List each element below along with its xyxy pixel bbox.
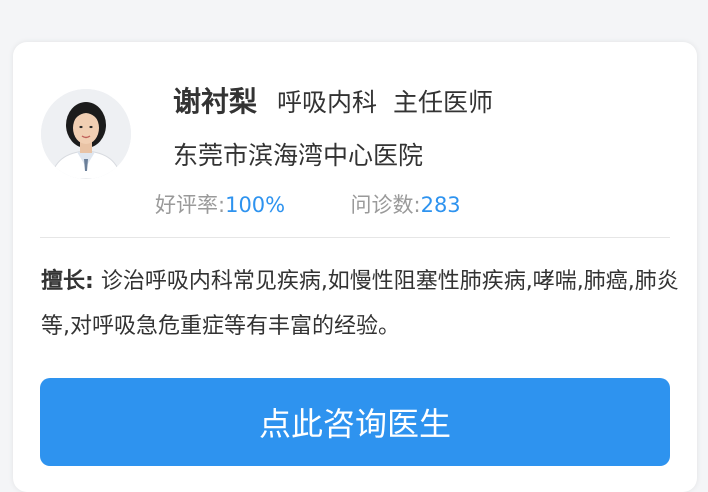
doctor-name: 谢衬梨 (173, 85, 258, 118)
expertise-section: 擅长: 诊治呼吸内科常见疾病,如慢性阻塞性肺疾病,哮喘,肺癌,肺炎等,对呼吸急危… (41, 259, 681, 349)
doctor-hospital: 东莞市滨海湾中心医院 (173, 141, 424, 170)
doctor-avatar (41, 89, 131, 179)
doctor-header: 谢衬梨 呼吸内科 主任医师 (173, 80, 493, 120)
doctor-title: 主任医师 (393, 88, 494, 117)
consult-button-label: 点此咨询医生 (258, 405, 451, 443)
doctor-portrait-icon (41, 89, 131, 179)
expertise-text: 诊治呼吸内科常见疾病,如慢性阻塞性肺疾病,哮喘,肺癌,肺炎等,对呼吸急危重症等有… (41, 269, 679, 339)
divider (40, 237, 670, 238)
doctor-department: 呼吸内科 (277, 88, 378, 117)
rating-value: 100% (225, 193, 286, 217)
consult-doctor-button[interactable]: 点此咨询医生 (40, 378, 670, 466)
consult-count-value: 283 (420, 193, 461, 217)
rating-label: 好评率: (155, 193, 226, 217)
consult-count-label: 问诊数: (350, 193, 421, 217)
doctor-stats: 好评率:100% 问诊数:283 (155, 189, 461, 219)
expertise-label: 擅长: (41, 269, 94, 294)
doctor-card: 谢衬梨 呼吸内科 主任医师 东莞市滨海湾中心医院 好评率:100% 问诊数:28… (13, 42, 697, 492)
